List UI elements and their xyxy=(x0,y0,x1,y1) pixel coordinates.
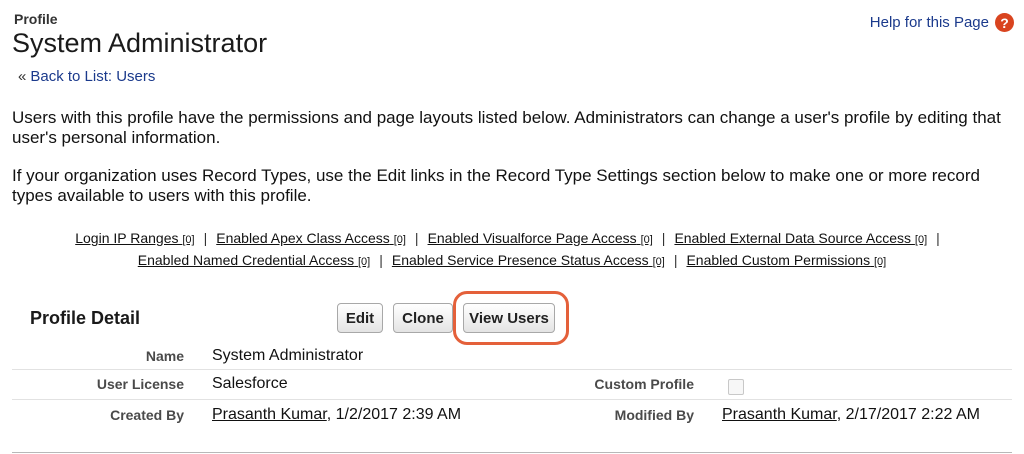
created-by-user-link[interactable]: Prasanth Kumar xyxy=(212,406,327,423)
help-icon[interactable]: ? xyxy=(995,13,1014,32)
link-separator: | xyxy=(203,230,208,246)
external-data-source-access-link[interactable]: Enabled External Data Source Access [0] xyxy=(674,230,927,246)
help-link[interactable]: Help for this Page xyxy=(870,14,989,31)
modified-by-value: Prasanth Kumar, 2/17/2017 2:22 AM xyxy=(722,406,980,424)
link-separator: | xyxy=(661,230,666,246)
back-to-list: «Back to List: Users xyxy=(18,68,155,85)
back-to-list-link[interactable]: Back to List: Users xyxy=(30,68,155,85)
help-section: Help for this Page ? xyxy=(870,13,1014,32)
name-label: Name xyxy=(145,348,184,364)
created-by-date: , 1/2/2017 2:39 AM xyxy=(326,406,462,423)
custom-profile-checkbox xyxy=(728,379,744,395)
created-by-label: Created By xyxy=(110,407,184,423)
clone-button[interactable]: Clone xyxy=(393,303,453,333)
service-presence-status-access-link[interactable]: Enabled Service Presence Status Access [… xyxy=(392,252,665,268)
visualforce-page-access-link[interactable]: Enabled Visualforce Page Access [0] xyxy=(428,230,653,246)
user-license-value: Salesforce xyxy=(212,375,288,392)
custom-profile-label: Custom Profile xyxy=(594,376,694,392)
modified-by-user-link[interactable]: Prasanth Kumar xyxy=(722,406,837,423)
link-separator: | xyxy=(414,230,419,246)
modified-by-label: Modified By xyxy=(614,407,694,423)
custom-permissions-link[interactable]: Enabled Custom Permissions [0] xyxy=(686,252,886,268)
name-value: System Administrator xyxy=(212,347,364,364)
profile-type-label: Profile xyxy=(14,11,58,27)
record-types-description: If your organization uses Record Types, … xyxy=(12,166,980,205)
view-users-highlight xyxy=(453,291,569,345)
related-links-row-2: Enabled Named Credential Access [0] | Enab… xyxy=(0,252,1024,268)
link-separator: | xyxy=(379,252,383,268)
link-separator: | xyxy=(673,252,678,268)
section-bottom-divider xyxy=(12,452,1012,453)
modified-by-date: , 2/17/2017 2:22 AM xyxy=(836,406,980,423)
page-title: System Administrator xyxy=(12,28,268,58)
user-license-label: User License xyxy=(96,376,184,392)
profile-detail-heading: Profile Detail xyxy=(30,308,141,328)
edit-button[interactable]: Edit xyxy=(337,303,383,333)
created-by-value: Prasanth Kumar, 1/2/2017 2:39 AM xyxy=(212,406,461,424)
link-separator: | xyxy=(936,230,940,246)
related-links-row-1: Login IP Ranges [0] | Enabled Apex Class A… xyxy=(0,230,1024,246)
named-credential-access-link[interactable]: Enabled Named Credential Access [0] xyxy=(138,252,370,268)
login-ip-ranges-link[interactable]: Login IP Ranges [0] xyxy=(75,230,194,246)
back-arrow-icon: « xyxy=(18,68,27,85)
profile-description: Users with this profile have the permiss… xyxy=(12,108,1001,147)
apex-class-access-link[interactable]: Enabled Apex Class Access [0] xyxy=(216,230,406,246)
